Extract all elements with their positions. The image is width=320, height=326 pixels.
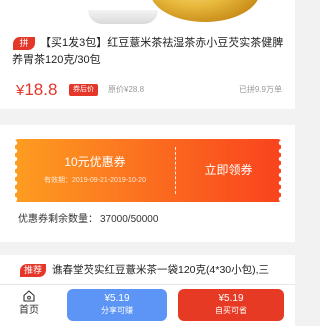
buy-price: ¥5.19: [218, 293, 244, 304]
coupon-ticket[interactable]: 10元优惠券 有效期：2019-09-21-2019-10-20 立即领券: [15, 139, 281, 202]
product-image: [0, 0, 295, 26]
claim-coupon-button[interactable]: 立即领券: [176, 139, 281, 202]
coupon-card: 10元优惠券 有效期：2019-09-21-2019-10-20 立即领券 优惠…: [0, 125, 295, 242]
share-label: 分享可赚: [101, 306, 133, 315]
sold-count: 已拼9.9万单: [238, 85, 282, 94]
home-label: 首页: [19, 305, 39, 316]
share-price: ¥5.19: [104, 293, 130, 304]
after-coupon-tag: 券后价: [69, 84, 98, 96]
bottom-action-bar: 首页 ¥5.19 分享可赚 ¥5.19 自买可省: [0, 284, 295, 326]
price-value: 18.8: [24, 80, 58, 99]
recommended-title[interactable]: 谯春堂芡实红豆薏米茶一袋120克(4*30小包),三: [52, 262, 292, 279]
bowl-rim-graphic: [88, 10, 158, 24]
home-icon: [9, 289, 49, 303]
original-price: 原价¥28.8: [108, 85, 145, 94]
coupon-remaining-value: 37000/50000: [100, 214, 159, 225]
self-buy-button[interactable]: ¥5.19 自买可省: [178, 289, 284, 321]
buy-label: 自买可省: [215, 306, 247, 315]
recommended-item[interactable]: 推荐 谯春堂芡实红豆薏米茶一袋120克(4*30小包),三: [0, 255, 295, 285]
price-row: ¥18.8 券后价 原价¥28.8 已拼9.9万单: [16, 80, 286, 100]
share-earn-button[interactable]: ¥5.19 分享可赚: [67, 289, 167, 321]
recommend-badge: 推荐: [20, 264, 46, 277]
coupon-notch-left: [15, 139, 19, 202]
product-title: 【买1发3包】红豆薏米茶祛湿茶赤小豆芡实茶健脾养胃茶120克/30包: [12, 37, 284, 66]
coupon-remaining: 优惠券剩余数量： 37000/50000: [18, 213, 158, 227]
coupon-remaining-label: 优惠券剩余数量：: [18, 214, 98, 225]
current-price: ¥18.8: [16, 80, 57, 101]
home-tab[interactable]: 首页: [9, 287, 49, 325]
coupon-validity: 有效期：2019-09-21-2019-10-20: [44, 177, 146, 184]
product-info-card: 拼 【买1发3包】红豆薏米茶祛湿茶赤小豆芡实茶健脾养胃茶120克/30包 ¥18…: [0, 26, 295, 109]
coupon-amount: 10元优惠券: [64, 155, 126, 169]
tea-bowl-graphic: [150, 0, 260, 22]
